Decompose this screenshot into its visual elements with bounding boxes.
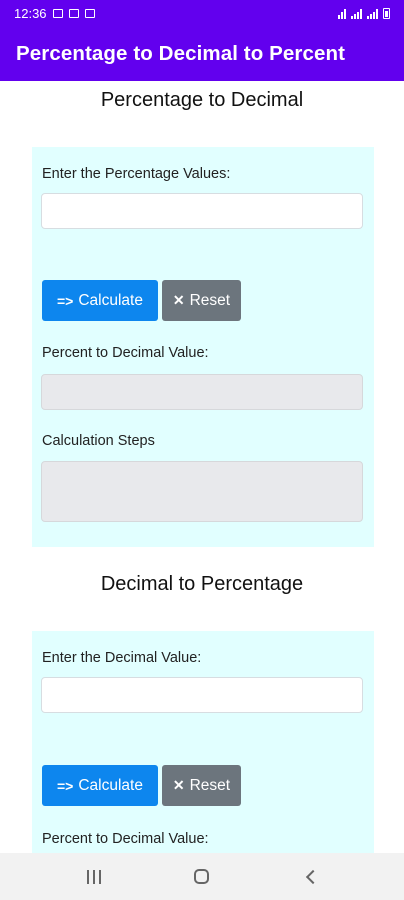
arrow-right-icon: => bbox=[57, 777, 74, 794]
wifi-icon bbox=[338, 8, 346, 19]
section-title-decimal-to-percent: Decimal to Percentage bbox=[100, 573, 304, 595]
reset-button-2[interactable]: ✕ Reset bbox=[162, 765, 241, 806]
home-icon[interactable] bbox=[193, 869, 209, 884]
percentage-input-label: Enter the Percentage Values: bbox=[42, 166, 231, 182]
percent-result-label: Percent to Decimal Value: bbox=[42, 831, 209, 847]
reset-button-label: Reset bbox=[189, 291, 231, 309]
recent-apps-icon[interactable] bbox=[86, 869, 101, 884]
decimal-result-label: Percent to Decimal Value: bbox=[42, 345, 209, 361]
status-bar: 12:36 bbox=[0, 0, 404, 27]
percentage-input[interactable] bbox=[41, 193, 363, 229]
main-content[interactable]: Percentage to Decimal Enter the Percenta… bbox=[0, 81, 404, 853]
battery-icon bbox=[383, 8, 390, 19]
gallery-icon bbox=[52, 9, 63, 18]
percent-to-decimal-card: Enter the Percentage Values: => Calculat… bbox=[32, 147, 374, 547]
app-bar: Percentage to Decimal to Percent bbox=[0, 27, 404, 81]
message-icon bbox=[84, 9, 95, 18]
close-icon: ✕ bbox=[172, 777, 185, 793]
status-time: 12:36 bbox=[14, 6, 47, 21]
app-title: Percentage to Decimal to Percent bbox=[16, 42, 346, 65]
calculate-button-label: Calculate bbox=[78, 291, 143, 309]
signal-icon bbox=[351, 8, 362, 19]
calculate-button-2[interactable]: => Calculate bbox=[42, 765, 158, 806]
notification-icon bbox=[68, 9, 79, 18]
calculate-button-label: Calculate bbox=[78, 776, 143, 794]
calculation-steps-field[interactable] bbox=[41, 461, 363, 522]
signal-2-icon bbox=[367, 8, 378, 19]
reset-button-label: Reset bbox=[189, 776, 231, 794]
decimal-result-field[interactable] bbox=[41, 374, 363, 410]
close-icon: ✕ bbox=[172, 292, 185, 308]
section-title-percent-to-decimal: Percentage to Decimal bbox=[100, 89, 304, 111]
back-icon[interactable] bbox=[305, 869, 320, 884]
calculation-steps-label: Calculation Steps bbox=[42, 433, 155, 449]
arrow-right-icon: => bbox=[57, 292, 74, 309]
decimal-input[interactable] bbox=[41, 677, 363, 713]
system-nav-bar bbox=[0, 853, 404, 900]
decimal-to-percent-card: Enter the Decimal Value: => Calculate ✕ … bbox=[32, 631, 374, 853]
reset-button[interactable]: ✕ Reset bbox=[162, 280, 241, 321]
decimal-input-label: Enter the Decimal Value: bbox=[42, 650, 202, 666]
calculate-button[interactable]: => Calculate bbox=[42, 280, 158, 321]
